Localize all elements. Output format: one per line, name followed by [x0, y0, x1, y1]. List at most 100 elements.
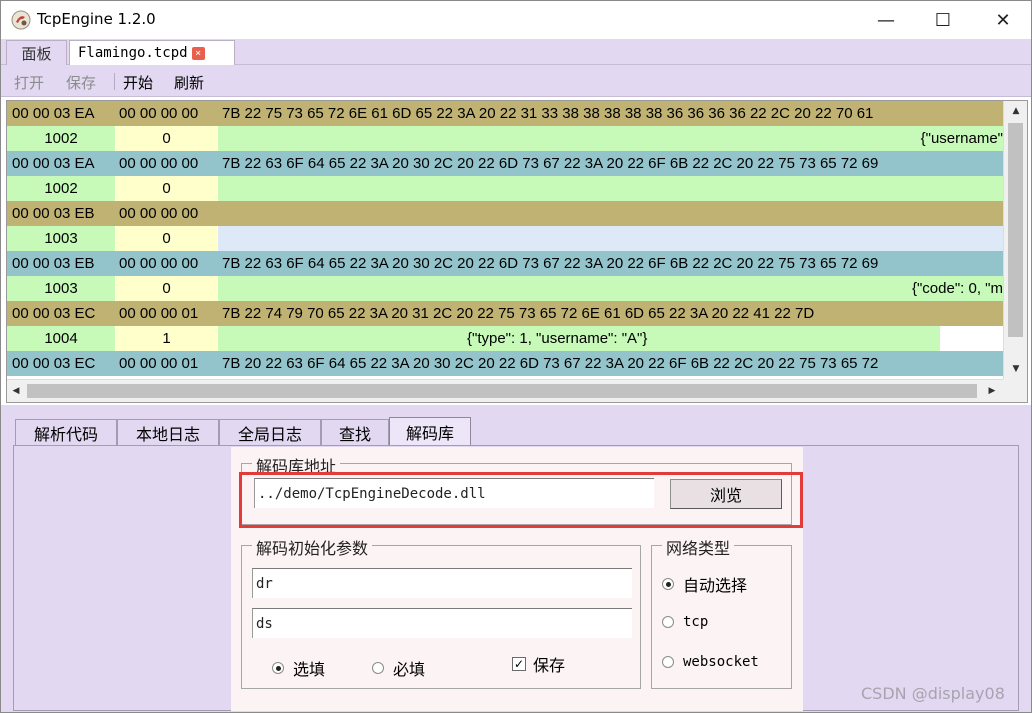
packet-decoded-row[interactable]: 1003 0: [7, 226, 1003, 251]
start-button[interactable]: 开始: [123, 72, 153, 93]
init-param-input-1[interactable]: dr: [252, 568, 632, 598]
vertical-scrollbar[interactable]: ▲ ▼: [1003, 101, 1027, 379]
checkbox-label: 保存: [533, 656, 566, 675]
tab-find[interactable]: 查找: [321, 419, 389, 446]
app-logo-icon: [11, 10, 31, 30]
checkmark-icon: ✓: [512, 657, 526, 671]
scroll-left-icon[interactable]: ◀: [7, 380, 25, 402]
packet-payload-hex: 7B 22 63 6F 64 65 22 3A 20 30 2C 20 22 6…: [222, 255, 879, 272]
packet-id-hex: 00 00 03 EB: [12, 255, 95, 272]
packet-flag-hex: 00 00 00 00: [119, 105, 199, 122]
packet-decoded-row[interactable]: 1003 0 ‎{"code": 0, "m‎: [7, 276, 1003, 301]
horizontal-scrollbar[interactable]: ◀ ▶: [7, 379, 1003, 402]
maximize-button[interactable]: ☐: [913, 1, 973, 39]
packet-hex-row[interactable]: 00 00 03 EA 00 00 00 00 7B 22 75 73 65 72 …: [7, 101, 1003, 126]
packet-id-hex: 00 00 03 EA: [12, 155, 95, 172]
tab-global-log[interactable]: 全局日志: [219, 419, 321, 446]
close-icon[interactable]: ×: [191, 46, 205, 60]
optional-radio[interactable]: 选填: [272, 656, 325, 680]
refresh-button[interactable]: 刷新: [174, 72, 204, 93]
radio-label: 自动选择: [683, 576, 748, 595]
tab-panel[interactable]: 面板: [6, 40, 67, 65]
init-param-input-2[interactable]: ds: [252, 608, 632, 638]
tab-label: 面板: [21, 44, 52, 63]
required-radio[interactable]: 必填: [372, 656, 425, 680]
packet-hex-row[interactable]: 00 00 03 EC 00 00 00 01 7B 20 22 63 6F 64 …: [7, 351, 1003, 376]
window-title: TcpEngine 1.2.0: [37, 10, 156, 28]
net-auto-radio[interactable]: 自动选择: [662, 572, 747, 596]
init-params-group: 解码初始化参数 dr ds 选填 必填 ✓ 保存: [241, 535, 641, 689]
watermark: CSDN @display08: [861, 684, 1005, 703]
minimize-icon: —: [877, 9, 895, 31]
toolbar: 打开 保存 开始 刷新: [1, 65, 1031, 97]
tab-label: Flamingo.tcpd: [78, 45, 188, 61]
app-window: TcpEngine 1.2.0 — ☐ ✕ 面板 Flamingo.tcpd ×…: [0, 0, 1032, 713]
packet-flag: 0: [116, 176, 217, 201]
toolbar-divider: [114, 73, 115, 90]
packet-payload-text: {"type": 1, "username": "A"}: [218, 326, 940, 351]
packet-payload-hex: 7B 22 74 79 70 65 22 3A 20 31 2C 20 22 7…: [222, 305, 815, 322]
packet-id: 1003: [7, 226, 115, 251]
scroll-right-icon[interactable]: ▶: [983, 380, 1001, 402]
scroll-thumb[interactable]: [1008, 123, 1023, 337]
scroll-corner: [1003, 379, 1027, 402]
packet-decoded-row[interactable]: 1002 0 ‎{"username"‎: [7, 126, 1003, 151]
group-label: 网络类型: [662, 535, 735, 559]
radio-unselected-icon: [662, 656, 674, 668]
minimize-button[interactable]: —: [856, 1, 916, 39]
decoder-settings-card: 解码库地址 ../demo/TcpEngineDecode.dll 浏览 解码初…: [231, 447, 803, 711]
packet-payload-text: [218, 226, 1003, 251]
packet-id: 1002: [7, 176, 115, 201]
radio-label: tcp: [683, 614, 709, 630]
scroll-down-icon[interactable]: ▼: [1004, 359, 1027, 379]
packet-hex-row[interactable]: 00 00 03 EA 00 00 00 00 7B 22 63 6F 64 65 …: [7, 151, 1003, 176]
packet-flag-hex: 00 00 00 00: [119, 155, 199, 172]
packet-id-hex: 00 00 03 EC: [12, 355, 96, 372]
close-icon: ✕: [995, 9, 1011, 31]
maximize-icon: ☐: [934, 9, 952, 31]
packet-payload-hex: 7B 20 22 63 6F 64 65 22 3A 20 30 2C 20 2…: [222, 355, 879, 372]
packet-flag-hex: 00 00 00 00: [119, 255, 199, 272]
packet-list: 00 00 03 EA 00 00 00 00 7B 22 75 73 65 72 …: [7, 101, 1003, 379]
packet-id-hex: 00 00 03 EA: [12, 105, 95, 122]
bottom-panel: 解析代码 本地日志 全局日志 查找 解码库 解码库地址 ../demo/TcpE…: [1, 405, 1031, 712]
packet-payload-hex: 7B 22 75 73 65 72 6E 61 6D 65 22 3A 20 2…: [222, 105, 874, 122]
radio-selected-icon: [272, 662, 284, 674]
save-button[interactable]: 保存: [66, 72, 96, 93]
packet-flag: 1: [116, 326, 217, 351]
tab-decoder-lib[interactable]: 解码库: [389, 417, 471, 446]
packet-flag-hex: 00 00 00 01: [119, 355, 199, 372]
open-button[interactable]: 打开: [14, 72, 44, 93]
network-type-group: 网络类型 自动选择 tcp websocket: [651, 535, 792, 689]
tab-local-log[interactable]: 本地日志: [117, 419, 219, 446]
packet-hex-row[interactable]: 00 00 03 EC 00 00 00 01 7B 22 74 79 70 65 …: [7, 301, 1003, 326]
tab-flamingo-file[interactable]: Flamingo.tcpd ×: [69, 40, 235, 65]
file-tab-bar: 面板 Flamingo.tcpd ×: [1, 39, 1031, 65]
group-label: 解码初始化参数: [252, 535, 373, 559]
packet-flag: 0: [116, 226, 217, 251]
radio-unselected-icon: [372, 662, 384, 674]
empty-cell: [940, 326, 1003, 351]
net-tcp-radio[interactable]: tcp: [662, 614, 708, 630]
radio-label: websocket: [683, 654, 759, 670]
packet-decoded-row[interactable]: 1002 0: [7, 176, 1003, 201]
radio-unselected-icon: [662, 616, 674, 628]
packet-hex-row[interactable]: 00 00 03 EB 00 00 00 00: [7, 201, 1003, 226]
close-window-button[interactable]: ✕: [973, 1, 1031, 39]
packet-id: 1002: [7, 126, 115, 151]
packet-id-hex: 00 00 03 EC: [12, 305, 96, 322]
title-bar: TcpEngine 1.2.0 — ☐ ✕: [1, 1, 1031, 39]
packet-id: 1003: [7, 276, 115, 301]
save-checkbox[interactable]: ✓ 保存: [512, 652, 565, 676]
tab-parse-code[interactable]: 解析代码: [15, 419, 117, 446]
scroll-up-icon[interactable]: ▲: [1004, 101, 1027, 121]
radio-selected-icon: [662, 578, 674, 590]
packet-decoded-row[interactable]: 1004 1 {"type": 1, "username": "A"}: [7, 326, 1003, 351]
scroll-thumb[interactable]: [27, 384, 977, 398]
radio-label: 必填: [393, 660, 426, 679]
packet-flag: 0: [116, 276, 217, 301]
packet-grid[interactable]: 00 00 03 EA 00 00 00 00 7B 22 75 73 65 72 …: [6, 100, 1028, 403]
packet-payload-text: ‎{"code": 0, "m‎: [218, 276, 1003, 301]
net-websocket-radio[interactable]: websocket: [662, 654, 759, 670]
packet-hex-row[interactable]: 00 00 03 EB 00 00 00 00 7B 22 63 6F 64 65 …: [7, 251, 1003, 276]
